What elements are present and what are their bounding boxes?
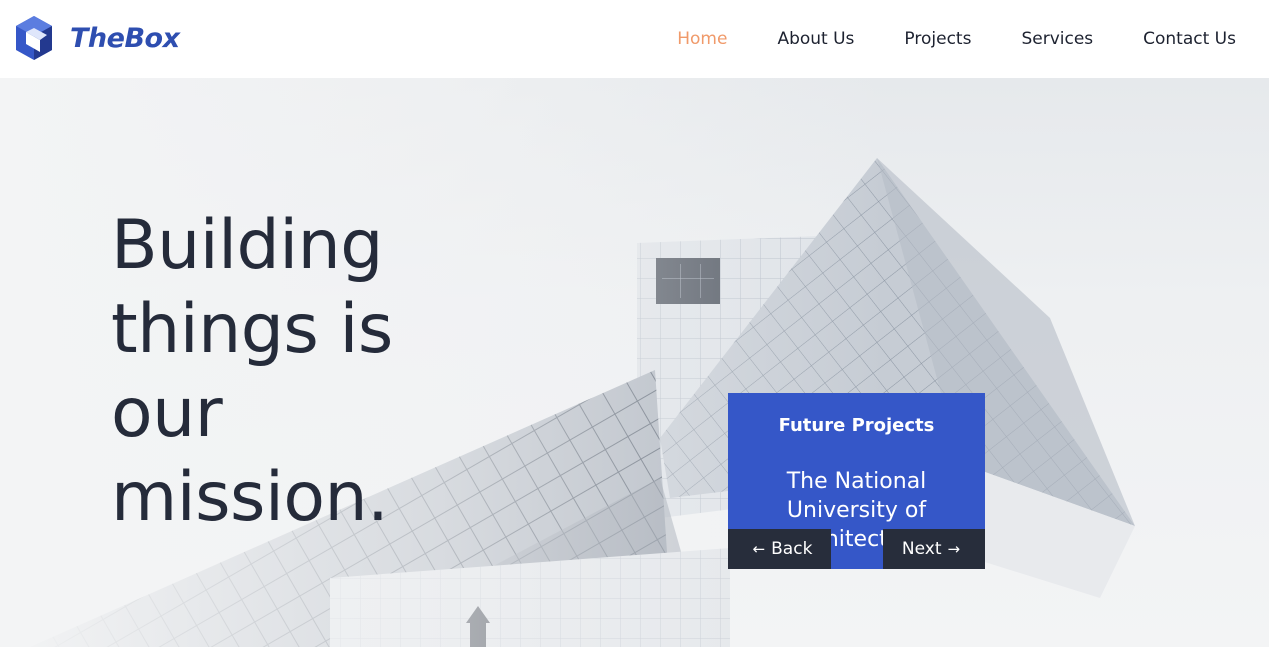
back-label: Back: [771, 539, 813, 559]
nav-about-us[interactable]: About Us: [777, 28, 854, 50]
hero-headline: Building things is our mission.: [111, 206, 393, 537]
next-button[interactable]: Next →: [883, 529, 985, 569]
cube-icon: [16, 16, 52, 60]
arrow-right-icon: →: [947, 540, 961, 558]
logo[interactable]: TheBox: [14, 14, 180, 62]
next-label: Next: [901, 539, 942, 559]
site-header: TheBox Home About Us Projects Services C…: [0, 0, 1269, 78]
nav-services[interactable]: Services: [1021, 28, 1093, 50]
main-nav: Home About Us Projects Services Contact …: [627, 28, 1236, 50]
hero-section: Building things is our mission.: [0, 78, 1269, 647]
brand-name: TheBox: [70, 22, 180, 54]
card-label: Future Projects: [778, 415, 935, 436]
back-button[interactable]: ← Back: [728, 529, 831, 569]
nav-projects[interactable]: Projects: [904, 28, 971, 50]
arrow-left-icon: ←: [752, 540, 766, 558]
nav-contact-us[interactable]: Contact Us: [1143, 28, 1236, 50]
nav-home[interactable]: Home: [677, 28, 727, 50]
